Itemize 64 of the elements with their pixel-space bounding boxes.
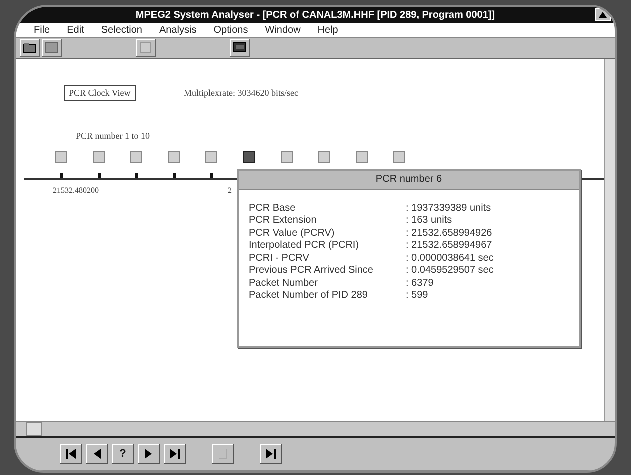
- field-label: PCRI - PCRV: [249, 252, 310, 264]
- skip-start-icon: [66, 448, 76, 460]
- pcr-marker[interactable]: [205, 151, 218, 163]
- skip-end-icon: [170, 448, 180, 460]
- menu-item[interactable]: Options: [214, 24, 248, 36]
- field-label: PCR Base: [249, 202, 297, 214]
- menu-item[interactable]: Help: [318, 24, 338, 36]
- horizontal-scrollbar[interactable]: [16, 421, 615, 438]
- pcr-marker[interactable]: [55, 151, 67, 163]
- previous-button[interactable]: [86, 444, 108, 464]
- tick-icon: [172, 173, 176, 178]
- field-label: Previous PCR Arrived Since: [249, 265, 374, 276]
- pcr-marker[interactable]: [393, 151, 406, 163]
- tick-icon: [210, 173, 214, 178]
- view-mode-label[interactable]: PCR Clock View: [64, 85, 136, 101]
- popup-title: PCR number 6: [239, 171, 579, 190]
- menu-item[interactable]: Window: [265, 24, 301, 36]
- vertical-scrollbar[interactable]: [604, 59, 615, 421]
- folder-icon[interactable]: [20, 39, 40, 57]
- pcr-marker[interactable]: [168, 151, 180, 163]
- field-label: Packet Number of PID 289: [249, 290, 369, 302]
- menu-item[interactable]: Analysis: [160, 24, 197, 36]
- tick-icon: [98, 173, 101, 178]
- pcr-marker[interactable]: [92, 151, 105, 163]
- range-label: PCR number 1 to 10: [76, 131, 150, 141]
- menu-item[interactable]: Selection: [101, 24, 142, 36]
- time-label: 21532.480200: [53, 186, 99, 195]
- triangle-left-icon: [93, 448, 101, 460]
- next-button[interactable]: [138, 444, 160, 464]
- maximize-button[interactable]: [595, 8, 611, 21]
- window-title: MPEG2 System Analyser - [PCR of CANAL3M.HHF [PID 289, Program 0001]]: [136, 10, 496, 20]
- tick-icon: [135, 173, 138, 178]
- help-button[interactable]: ?: [112, 444, 134, 464]
- multiplex-rate: Multiplexrate: 3034620 bits/sec: [184, 88, 298, 98]
- field-value: : 599: [406, 290, 428, 302]
- last-button[interactable]: [164, 444, 186, 464]
- stop-button[interactable]: [212, 444, 234, 464]
- field-value: : 0.0459529507 sec: [406, 265, 494, 276]
- pcr-marker[interactable]: [356, 151, 368, 163]
- page-icon[interactable]: [136, 39, 156, 57]
- monitor-icon[interactable]: [230, 39, 250, 57]
- field-label: PCR Value (PCRV): [249, 228, 336, 239]
- pcr-marker[interactable]: [130, 151, 142, 163]
- field-value: : 0.0000038641 sec: [406, 252, 494, 264]
- field-label: Interpolated PCR (PCRI): [249, 240, 360, 252]
- pcr-marker[interactable]: [280, 151, 293, 163]
- field-value: : 6379: [406, 278, 434, 289]
- skip-end-icon: [266, 448, 276, 460]
- field-value: : 163 units: [406, 215, 452, 226]
- play-button[interactable]: [260, 444, 282, 464]
- menu-item[interactable]: File: [34, 24, 50, 36]
- menu-item[interactable]: Edit: [67, 24, 84, 36]
- triangle-right-icon: [145, 448, 153, 460]
- tick-icon: [60, 173, 63, 178]
- field-value: : 21532.658994967: [406, 240, 492, 252]
- pcr-marker[interactable]: [243, 151, 255, 163]
- pcr-marker[interactable]: [318, 151, 330, 163]
- triangle-up-icon: [599, 12, 607, 18]
- field-value: : 1937339389 units: [406, 202, 492, 214]
- first-button[interactable]: [60, 444, 82, 464]
- field-label: PCR Extension: [249, 215, 318, 226]
- time-label: 2: [228, 186, 232, 195]
- field-label: Packet Number: [249, 278, 319, 289]
- field-value: : 21532.658994926: [406, 228, 492, 239]
